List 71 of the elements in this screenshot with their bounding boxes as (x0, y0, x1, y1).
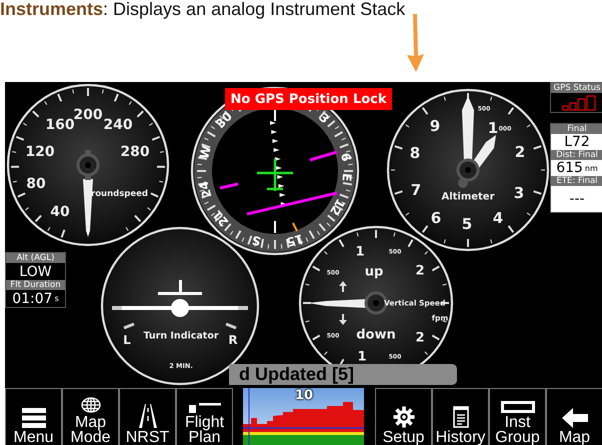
compass-label: W (196, 144, 214, 161)
field-label: Flt Duration (6, 280, 65, 290)
compass-label: E (339, 172, 354, 182)
speed-scale-label: 120 (25, 144, 55, 160)
status-message: d Updated [5] (239, 364, 354, 385)
speed-scale-label: 160 (45, 117, 75, 133)
altitude-scale-label: 9 (430, 117, 440, 135)
climb-rate-scale-label: 2 (415, 264, 425, 278)
flight-plan-icon (188, 403, 220, 413)
compass-label: 3 (316, 110, 332, 126)
speed-scale-label: 40 (50, 204, 70, 220)
field-value: --- (569, 191, 585, 207)
climb-rate-scale-label: down (356, 328, 396, 342)
compass-label: 24 (196, 180, 214, 200)
road-icon (138, 404, 158, 428)
compass-label: S (250, 232, 262, 248)
document-icon (452, 406, 468, 428)
toolbar-button[interactable]: NRST (119, 388, 176, 445)
menu-icon (22, 408, 46, 428)
compass-label: 12 (327, 196, 348, 218)
alert-banner: No GPS Position Lock (225, 88, 392, 110)
unit-label: nm (584, 164, 598, 172)
altitude-scale-label: 4 (492, 209, 504, 227)
toolbar-button[interactable]: History (432, 388, 489, 445)
field-value: 01:07 (12, 290, 53, 306)
altitude-scale-label: 1 (488, 119, 498, 137)
climb-rate-scale-label: 1 (355, 244, 365, 260)
speed-scale-label: 200 (73, 107, 103, 123)
climb-rate-scale-label: up (364, 264, 384, 280)
compass-label: 6 (338, 152, 354, 163)
globe-icon (80, 397, 100, 413)
climb-rate-scale-label: 1 (357, 350, 367, 364)
callout-arrow (405, 14, 425, 72)
turn-scale-label: R (228, 333, 238, 347)
field-value: L72 (564, 134, 590, 150)
toolbar-button[interactable]: Map (546, 388, 602, 445)
compass-label: 15 (284, 231, 305, 250)
left-arrow-icon (562, 408, 588, 428)
altitude-scale-label: 8 (410, 144, 420, 162)
field-label: GPS Status (551, 83, 602, 93)
caption-text: Instruments: Displays an analog Instrument Stack (0, 0, 406, 18)
gauge-title: Altimeter (441, 192, 495, 202)
toolbar-button[interactable]: Inst Group (489, 388, 546, 445)
toolbar-button[interactable]: Menu (5, 388, 62, 445)
toolbar-button[interactable]: Setup (375, 388, 432, 445)
speed-scale-label: 280 (120, 144, 150, 160)
altitude-scale-label: 2 (514, 143, 526, 161)
field-value: 615 (556, 160, 583, 176)
climb-rate-scale-label: 2 (415, 330, 425, 346)
field-label: Alt (AGL) (6, 253, 65, 263)
field-label: Final (551, 124, 602, 134)
toolbar-button[interactable]: Flight Plan (176, 388, 233, 445)
field-value: LOW (19, 264, 52, 280)
altitude-scale-label: 3 (514, 184, 524, 202)
field-label: ETE: Final (551, 176, 602, 186)
rectangle-icon (500, 401, 534, 413)
speed-scale-label: 240 (103, 117, 133, 133)
turn-scale-label: L (123, 333, 131, 347)
gauge-title: roundspeed (91, 189, 148, 199)
compass-label: 21 (210, 207, 232, 230)
settings-icon (392, 406, 414, 428)
speed-scale-label: 80 (26, 176, 46, 192)
altitude-scale-label: 5 (462, 215, 472, 233)
altitude-scale-label: 6 (430, 209, 442, 227)
altitude-scale-label: 7 (410, 181, 422, 199)
gauge-title: Turn Indicator (143, 330, 219, 342)
compass-label: 30 (213, 109, 235, 131)
unit-label: s (54, 294, 59, 303)
altitude-label: 10 (295, 388, 314, 403)
field-label: Dist: Final (551, 150, 602, 160)
toolbar-button[interactable]: Map Mode (62, 388, 119, 445)
